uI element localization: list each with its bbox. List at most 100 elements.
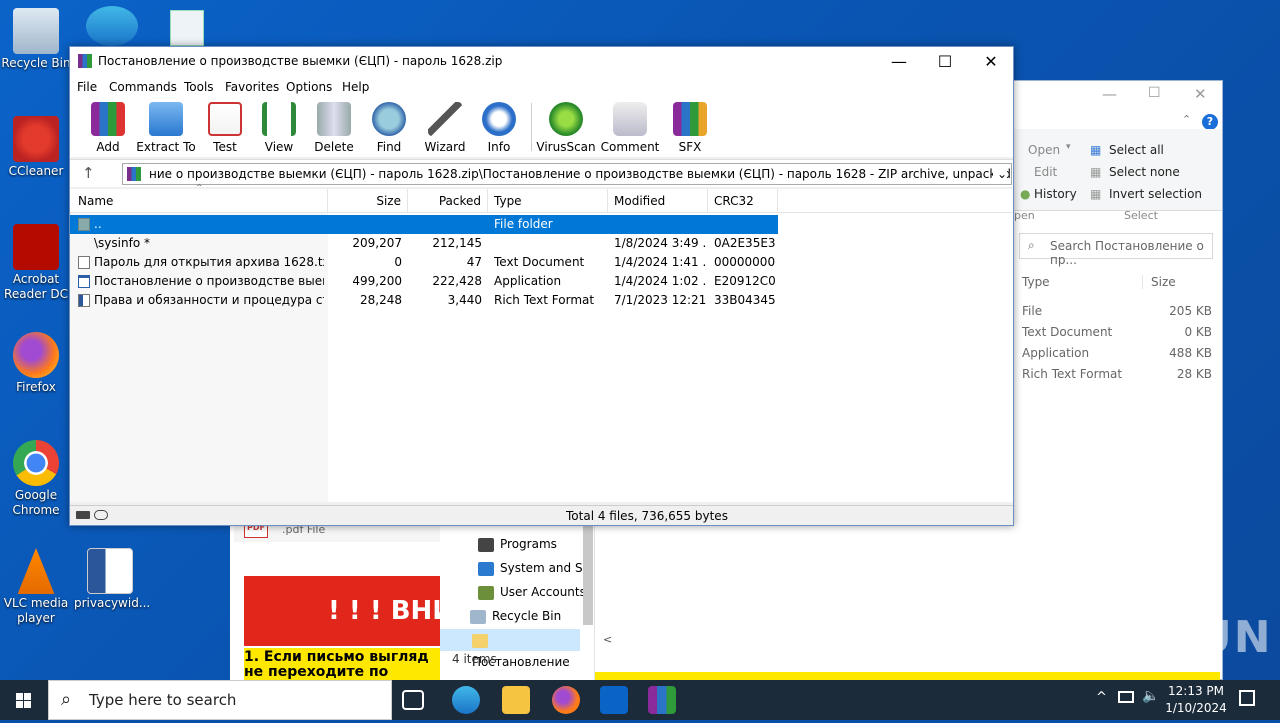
open-button[interactable]: Open xyxy=(1028,143,1060,157)
desktop-icon-ccleaner[interactable]: CCleaner xyxy=(0,116,72,179)
file-explorer-icon[interactable] xyxy=(502,686,530,714)
minimize-icon[interactable]: — xyxy=(1102,85,1117,103)
firefox-icon xyxy=(13,332,59,378)
chevron-left-icon[interactable]: < xyxy=(603,633,612,646)
chevron-down-icon[interactable]: ⌄ xyxy=(992,164,1007,184)
column-type[interactable]: Type xyxy=(1022,275,1050,289)
image-file-icon[interactable] xyxy=(170,10,204,46)
programs-icon xyxy=(478,537,494,552)
task-view-icon[interactable] xyxy=(402,690,424,710)
invert-selection-icon: ▦ xyxy=(1090,187,1102,201)
winrar-taskbar-icon[interactable] xyxy=(648,686,676,714)
recycle-bin-icon xyxy=(13,8,59,54)
add-button[interactable]: Add xyxy=(78,102,138,154)
column-type[interactable]: Type xyxy=(488,189,608,213)
desktop-icon-recycle-bin[interactable]: Recycle Bin xyxy=(0,8,72,71)
nav-item-programs[interactable]: Programs xyxy=(478,533,557,555)
help-icon[interactable]: ? xyxy=(1202,114,1218,130)
clock[interactable]: 12:13 PM 1/10/2024 xyxy=(1160,683,1232,717)
outlook-icon[interactable] xyxy=(600,686,628,714)
column-packed[interactable]: Packed xyxy=(408,189,488,213)
table-row[interactable]: \sysinfo * 209,207 212,145 1/8/2024 3:49… xyxy=(70,234,1013,253)
magnifier-icon xyxy=(372,102,406,136)
wizard-button[interactable]: Wizard xyxy=(415,102,475,154)
minimize-button[interactable]: — xyxy=(876,47,922,77)
list-item[interactable]: File 205 KB xyxy=(1022,304,1212,318)
edge-icon[interactable] xyxy=(86,6,138,46)
comment-button[interactable]: Comment xyxy=(600,102,660,154)
desktop-icon-acrobat[interactable]: Acrobat Reader DC xyxy=(0,224,72,302)
menu-file[interactable]: File xyxy=(77,80,97,94)
desktop-icon-firefox[interactable]: Firefox xyxy=(0,332,72,395)
menu-options[interactable]: Options xyxy=(286,80,332,94)
explorer-column-headers: Type Size xyxy=(1022,275,1212,289)
close-button[interactable]: ✕ xyxy=(968,47,1014,77)
open-group-label: pen xyxy=(1014,209,1035,222)
column-size[interactable]: Size xyxy=(1142,275,1176,289)
nav-item-system[interactable]: System and Se xyxy=(478,557,590,579)
table-row[interactable]: Права и обязанности и процедура ст. 16..… xyxy=(70,291,1013,310)
test-button[interactable]: Test xyxy=(195,102,255,154)
start-button[interactable] xyxy=(0,680,48,720)
column-modified[interactable]: Modified xyxy=(608,189,708,213)
column-crc32[interactable]: CRC32 xyxy=(708,189,778,213)
desktop-icon-chrome[interactable]: Google Chrome xyxy=(0,440,72,518)
up-arrow-icon[interactable]: ↑ xyxy=(82,164,95,182)
find-button[interactable]: Find xyxy=(359,102,419,154)
history-button[interactable]: History xyxy=(1034,187,1077,201)
scrollbar[interactable] xyxy=(583,525,593,625)
invert-selection-button[interactable]: Invert selection xyxy=(1109,187,1202,201)
acrobat-icon xyxy=(13,224,59,270)
notification-icon[interactable] xyxy=(1239,690,1255,706)
select-all-button[interactable]: Select all xyxy=(1109,143,1164,157)
close-icon[interactable]: ✕ xyxy=(1194,85,1207,103)
table-row[interactable]: .. File folder xyxy=(70,215,778,234)
view-button[interactable]: View xyxy=(249,102,309,154)
statusbar: Total 4 files, 736,655 bytes xyxy=(70,505,1013,525)
list-item[interactable]: Rich Text Format 28 KB xyxy=(1022,367,1212,381)
sort-arrow-icon: ⌃ xyxy=(195,183,204,194)
taskbar-search-input[interactable]: ⌕ Type here to search xyxy=(48,680,392,720)
list-item[interactable]: Application 488 KB xyxy=(1022,346,1212,360)
column-size[interactable]: Size xyxy=(328,189,408,213)
status-text: Total 4 files, 736,655 bytes xyxy=(566,509,728,523)
maximize-icon[interactable]: ☐ xyxy=(1148,85,1161,101)
list-header: Name ⌃ Size Packed Type Modified CRC32 xyxy=(70,183,1013,213)
menu-tools[interactable]: Tools xyxy=(184,80,214,94)
archive-icon xyxy=(127,167,141,181)
nav-item-folder[interactable]: Постановление xyxy=(440,629,580,669)
delete-button[interactable]: Delete xyxy=(304,102,364,154)
menu-favorites[interactable]: Favorites xyxy=(225,80,279,94)
menu-help[interactable]: Help xyxy=(342,80,369,94)
desktop-icon-word-doc[interactable]: privacywid... xyxy=(74,548,150,611)
address-input[interactable]: ние о производстве выемки (ЄЦП) - пароль… xyxy=(122,163,1012,185)
windows-icon xyxy=(16,693,31,708)
address-bar: ↑ ние о производстве выемки (ЄЦП) - паро… xyxy=(70,159,1013,187)
select-none-button[interactable]: Select none xyxy=(1109,165,1180,179)
sfx-button[interactable]: SFX xyxy=(660,102,720,154)
network-icon[interactable] xyxy=(1118,691,1134,703)
edit-button[interactable]: Edit xyxy=(1034,165,1057,179)
key-icon[interactable] xyxy=(94,510,108,520)
extract-to-button[interactable]: Extract To xyxy=(136,102,196,154)
edge-icon[interactable] xyxy=(452,686,480,714)
menu-commands[interactable]: Commands xyxy=(109,80,177,94)
folder-icon xyxy=(149,102,183,136)
chevron-up-icon[interactable]: ^ xyxy=(1096,690,1107,705)
nav-item-user-accounts[interactable]: User Accounts xyxy=(478,581,586,603)
item-count: 4 items xyxy=(452,652,497,666)
list-item[interactable]: Text Document 0 KB xyxy=(1022,325,1212,339)
firefox-icon[interactable] xyxy=(552,686,580,714)
volume-icon[interactable]: 🔈 xyxy=(1142,688,1159,704)
explorer-search-input[interactable]: ⌕ Search Постановление о пр... xyxy=(1019,233,1213,267)
virusscan-button[interactable]: VirusScan xyxy=(536,102,596,154)
table-row[interactable]: Постановление о производстве выемки ... … xyxy=(70,272,1013,291)
chevron-up-icon[interactable]: ⌃ xyxy=(1182,113,1191,126)
info-button[interactable]: Info xyxy=(469,102,529,154)
table-row[interactable]: Пароль для открытия архива 1628.txt * 0 … xyxy=(70,253,1013,272)
search-icon: ⌕ xyxy=(61,689,72,710)
maximize-button[interactable]: ☐ xyxy=(922,47,968,77)
desktop-icon-vlc[interactable]: VLC media player xyxy=(0,548,72,626)
drive-icon[interactable] xyxy=(76,511,90,519)
nav-item-recycle-bin[interactable]: Recycle Bin xyxy=(470,605,561,627)
